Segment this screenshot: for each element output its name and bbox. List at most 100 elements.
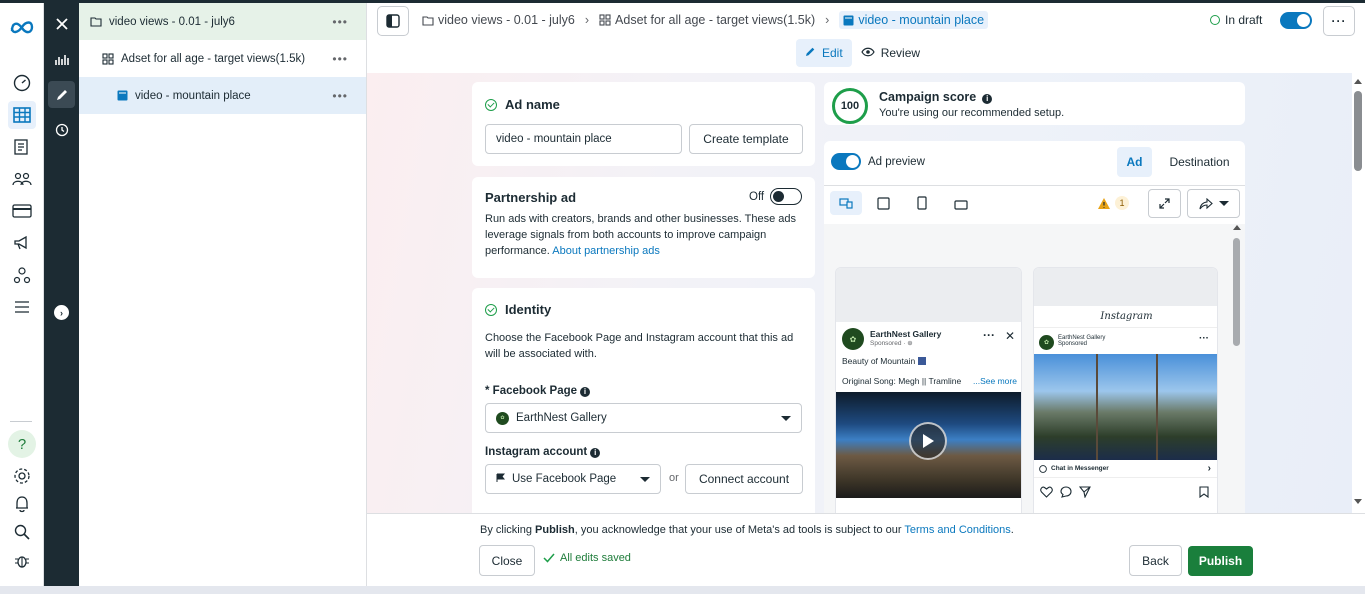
instagram-feed-preview[interactable]: Instagram ✿ EarthNest Gallery Sponsored … xyxy=(1033,267,1218,513)
info-icon[interactable]: i xyxy=(590,448,601,458)
expand-chevron-icon[interactable]: › xyxy=(54,305,69,320)
edit-pencil-icon[interactable] xyxy=(48,81,75,108)
publish-button[interactable]: Publish xyxy=(1188,546,1253,576)
post-caption: Beauty of Mountain xyxy=(842,356,926,366)
post-image[interactable] xyxy=(1034,354,1217,460)
breadcrumb-campaign[interactable]: video views - 0.01 - july6 xyxy=(422,13,575,27)
facebook-page-select[interactable]: ✿ EarthNest Gallery xyxy=(485,403,802,433)
image-divider xyxy=(1096,354,1098,460)
more-options-icon[interactable]: ••• xyxy=(332,15,348,29)
terms-link[interactable]: Terms and Conditions xyxy=(904,524,1010,536)
info-icon[interactable]: i xyxy=(580,387,591,397)
video-thumbnail[interactable] xyxy=(836,392,1021,498)
more-options-icon[interactable]: ··· xyxy=(1199,333,1209,344)
grid-icon xyxy=(599,14,611,26)
more-options-icon[interactable]: ··· xyxy=(983,328,995,342)
close-icon[interactable]: ✕ xyxy=(1005,329,1015,343)
scroll-up-icon[interactable] xyxy=(1233,225,1241,230)
reporting-chart-icon[interactable] xyxy=(48,46,75,73)
dashboard-gauge-icon[interactable] xyxy=(8,69,36,97)
instagram-account-select[interactable]: Use Facebook Page xyxy=(485,464,661,494)
preview-scrollbar[interactable] xyxy=(1230,224,1242,513)
create-template-button[interactable]: Create template xyxy=(689,124,803,154)
post-header: EarthNest Gallery Sponsored xyxy=(1058,335,1106,347)
help-icon[interactable]: ? xyxy=(8,430,36,458)
identity-description: Choose the Facebook Page and Instagram a… xyxy=(485,332,794,360)
audience-icon[interactable] xyxy=(8,165,36,193)
notifications-bell-icon[interactable] xyxy=(8,490,36,518)
warnings-indicator[interactable]: 1 xyxy=(1097,196,1129,210)
scroll-thumb[interactable] xyxy=(1233,238,1240,346)
connect-account-button[interactable]: Connect account xyxy=(685,464,803,494)
megaphone-icon[interactable] xyxy=(8,229,36,257)
campaign-tree: video views - 0.01 - july6 ••• Adset for… xyxy=(79,3,367,586)
vertical-format-icon[interactable] xyxy=(917,196,927,213)
breadcrumb-ad[interactable]: video - mountain place xyxy=(839,11,989,29)
or-separator: or xyxy=(669,472,679,484)
all-placements-icon[interactable] xyxy=(830,191,862,215)
table-icon[interactable] xyxy=(8,101,36,129)
tab-edit[interactable]: Edit xyxy=(796,39,852,67)
tab-destination[interactable]: Destination xyxy=(1162,147,1237,177)
partnership-toggle[interactable] xyxy=(770,188,802,205)
ad-preview-card: Ad preview Ad Destination 1 ✿ EarthNest … xyxy=(824,141,1245,513)
terms-notice: By clicking Publish, you acknowledge tha… xyxy=(480,524,1014,536)
history-clock-icon[interactable] xyxy=(48,116,75,143)
close-button[interactable]: Close xyxy=(479,545,535,576)
tree-item-label: video views - 0.01 - july6 xyxy=(109,15,235,28)
expand-icon[interactable] xyxy=(1148,189,1181,218)
breadcrumb-adset[interactable]: Adset for all age - target views(1.5k) xyxy=(599,13,815,27)
tab-ad[interactable]: Ad xyxy=(1117,147,1152,177)
square-format-icon[interactable] xyxy=(877,197,890,213)
folder-icon xyxy=(89,16,103,27)
landscape-format-icon[interactable] xyxy=(954,199,968,213)
more-actions-button[interactable]: ··· xyxy=(1323,6,1355,36)
tree-item-adset[interactable]: Adset for all age - target views(1.5k) •… xyxy=(79,40,366,77)
page-avatar-icon: ✿ xyxy=(842,328,864,350)
ad-on-toggle[interactable] xyxy=(1280,12,1312,29)
search-icon[interactable] xyxy=(8,518,36,546)
tree-item-ad[interactable]: video - mountain place ••• xyxy=(79,77,366,114)
facebook-feed-preview[interactable]: ✿ EarthNest Gallery Sponsored · ⊕ ··· ✕ … xyxy=(835,267,1022,513)
info-icon[interactable]: i xyxy=(982,94,993,104)
facebook-page-label: * Facebook Page i xyxy=(485,385,591,397)
ad-preview-toggle[interactable] xyxy=(831,153,861,170)
more-options-icon[interactable]: ••• xyxy=(332,52,348,66)
play-icon[interactable] xyxy=(909,422,947,460)
see-more-link[interactable]: ...See more xyxy=(973,376,1017,386)
more-options-icon[interactable]: ••• xyxy=(332,89,348,103)
about-partnership-link[interactable]: About partnership ads xyxy=(552,245,660,257)
tree-item-label: Adset for all age - target views(1.5k) xyxy=(121,52,306,65)
meta-logo-icon[interactable] xyxy=(8,13,36,41)
toggle-panel-button[interactable] xyxy=(377,6,409,36)
cta-bar[interactable]: Chat in Messenger › xyxy=(1034,460,1217,478)
post-header: EarthNest Gallery Sponsored · ⊕ xyxy=(870,329,942,347)
bug-report-icon[interactable] xyxy=(8,547,36,575)
scroll-down-icon[interactable] xyxy=(1354,499,1362,504)
accounts-center-icon[interactable] xyxy=(8,261,36,289)
identity-card: Identity Choose the Facebook Page and In… xyxy=(472,288,815,513)
flag-icon xyxy=(496,473,506,486)
close-icon[interactable] xyxy=(48,10,75,37)
scroll-thumb[interactable] xyxy=(1354,91,1362,171)
send-icon[interactable] xyxy=(1079,486,1091,498)
like-heart-icon[interactable] xyxy=(1040,486,1053,498)
comment-icon[interactable] xyxy=(1060,486,1072,498)
app-rail: ? xyxy=(0,3,44,586)
ad-name-input[interactable]: video - mountain place xyxy=(485,124,682,154)
bookmark-icon[interactable] xyxy=(1199,486,1209,498)
settings-gear-icon[interactable] xyxy=(8,462,36,490)
page-scrollbar[interactable] xyxy=(1352,73,1365,513)
tab-review[interactable]: Review xyxy=(852,39,929,67)
back-button[interactable]: Back xyxy=(1129,545,1182,576)
scroll-up-icon[interactable] xyxy=(1354,79,1362,84)
billing-card-icon[interactable] xyxy=(8,197,36,225)
chevron-right-icon: › xyxy=(1207,463,1211,474)
campaign-score-subtitle: You're using our recommended setup. xyxy=(879,107,1065,119)
tree-item-campaign[interactable]: video views - 0.01 - july6 ••• xyxy=(79,3,366,40)
document-icon[interactable] xyxy=(8,133,36,161)
share-menu-button[interactable] xyxy=(1187,189,1240,218)
chevron-right-icon: › xyxy=(584,13,590,27)
menu-icon[interactable] xyxy=(8,293,36,321)
dropdown-caret-icon xyxy=(781,416,791,421)
